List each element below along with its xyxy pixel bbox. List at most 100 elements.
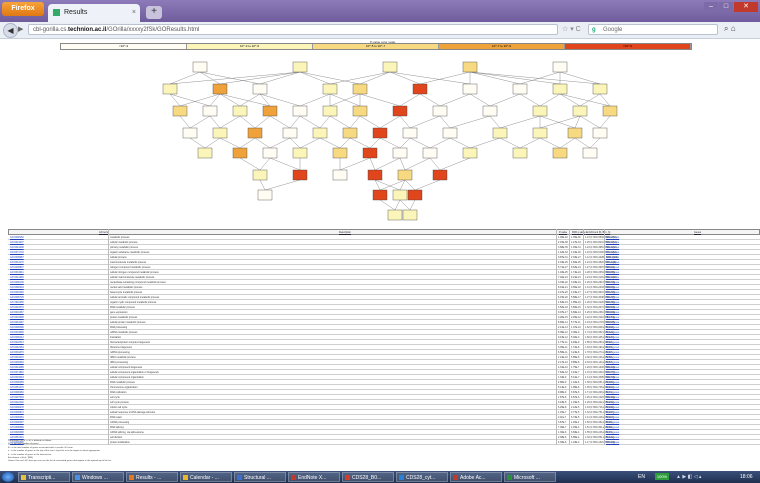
dag-node[interactable] — [262, 147, 278, 159]
dag-node[interactable] — [332, 169, 348, 181]
dag-node[interactable] — [332, 147, 348, 159]
dag-edge — [264, 179, 301, 191]
dag-node[interactable] — [247, 127, 263, 139]
dag-node[interactable] — [367, 169, 383, 181]
dag-node[interactable] — [212, 127, 228, 139]
dag-node[interactable] — [162, 83, 178, 95]
dag-node[interactable] — [462, 147, 478, 159]
dag-node[interactable] — [432, 105, 448, 117]
dag-node[interactable] — [512, 83, 528, 95]
dag-node[interactable] — [482, 105, 498, 117]
dag-node[interactable] — [392, 105, 408, 117]
dag-node[interactable] — [382, 61, 398, 73]
dag-node[interactable] — [322, 83, 338, 95]
url-bar[interactable]: cbl-gorilla.cs.technion.ac.il/GOrilla/xx… — [28, 24, 558, 35]
dag-node[interactable] — [392, 147, 408, 159]
dag-node[interactable] — [602, 105, 618, 117]
dag-node[interactable] — [462, 83, 478, 95]
dag-node[interactable] — [567, 127, 583, 139]
taskbar-app-button[interactable]: EndNote X... — [288, 472, 340, 482]
url-path: /GOrilla/xxxxy2fSk/GOResults.html — [106, 27, 200, 33]
maximize-button[interactable]: □ — [719, 2, 733, 12]
dag-node[interactable] — [202, 105, 218, 117]
dag-node[interactable] — [252, 169, 268, 181]
dag-node[interactable] — [372, 127, 388, 139]
dag-edge — [409, 115, 441, 129]
dag-node[interactable] — [232, 147, 248, 159]
firefox-menu-button[interactable]: Firefox — [2, 2, 44, 16]
dag-node[interactable] — [432, 169, 448, 181]
taskbar-app-button[interactable]: CDS28_cyt... — [396, 472, 448, 482]
dag-node[interactable] — [412, 83, 428, 95]
dag-node[interactable] — [552, 61, 568, 73]
bookmark-star-icon[interactable]: ☆ ▾ C — [562, 25, 581, 33]
dag-node[interactable] — [532, 105, 548, 117]
dag-node[interactable] — [592, 83, 608, 95]
dag-node[interactable] — [292, 147, 308, 159]
dag-node[interactable] — [182, 127, 198, 139]
dag-node[interactable] — [292, 61, 308, 73]
search-input[interactable]: g Google — [588, 24, 718, 35]
dag-node[interactable] — [322, 105, 338, 117]
dag-node[interactable] — [552, 147, 568, 159]
home-icon[interactable]: ⌕ ⌂ — [724, 24, 736, 34]
dag-node[interactable] — [282, 127, 298, 139]
taskbar-app-button[interactable]: Adobe Ac... — [450, 472, 502, 482]
dag-node[interactable] — [342, 127, 358, 139]
dag-node[interactable] — [192, 61, 208, 73]
minimize-button[interactable]: – — [704, 2, 718, 12]
dag-node[interactable] — [397, 169, 413, 181]
dag-node[interactable] — [582, 147, 598, 159]
new-tab-button[interactable]: + — [146, 6, 162, 19]
dag-node[interactable] — [197, 147, 213, 159]
dag-node[interactable] — [402, 209, 418, 221]
dag-node[interactable] — [402, 127, 418, 139]
dag-node[interactable] — [462, 61, 478, 73]
dag-node[interactable] — [392, 189, 408, 201]
window-titlebar: Firefox Results × + – □ ✕ — [0, 0, 760, 22]
dag-node[interactable] — [212, 83, 228, 95]
dag-node[interactable] — [572, 105, 588, 117]
dag-node[interactable] — [232, 105, 248, 117]
taskbar-app-button[interactable]: Calendar - ... — [180, 472, 232, 482]
forward-arrow-icon[interactable]: ▶ — [18, 25, 23, 33]
taskbar-app-button[interactable]: Windows ... — [72, 472, 124, 482]
dag-node[interactable] — [172, 105, 188, 117]
battery-icon[interactable]: 100% — [655, 473, 669, 480]
dag-node[interactable] — [442, 127, 458, 139]
start-button[interactable] — [2, 472, 14, 482]
tab-results[interactable]: Results × — [48, 4, 140, 22]
taskbar-app-button[interactable]: Microsoft ... — [504, 472, 556, 482]
taskbar-app-button[interactable]: Structural ... — [234, 472, 286, 482]
close-window-button[interactable]: ✕ — [734, 2, 758, 12]
dag-node[interactable] — [592, 127, 608, 139]
taskbar-app-button[interactable]: CDS28_B0... — [342, 472, 394, 482]
tab-close-icon[interactable]: × — [132, 4, 136, 22]
language-indicator[interactable]: EN — [638, 472, 645, 482]
back-arrow-icon[interactable]: ◀ — [3, 23, 18, 38]
dag-node[interactable] — [252, 83, 268, 95]
dag-node[interactable] — [532, 127, 548, 139]
dag-node[interactable] — [512, 147, 528, 159]
dag-node[interactable] — [352, 83, 368, 95]
dag-node[interactable] — [372, 189, 388, 201]
dag-node[interactable] — [362, 147, 378, 159]
dag-node[interactable] — [292, 105, 308, 117]
dag-edge — [539, 115, 581, 129]
tray-icons[interactable]: ▲ ▶ ◧ ◁ ▴ — [676, 472, 701, 482]
dag-node[interactable] — [292, 169, 308, 181]
dag-node[interactable] — [262, 105, 278, 117]
dag-node[interactable] — [492, 127, 508, 139]
clock[interactable]: 18:06 — [740, 472, 753, 482]
dag-node[interactable] — [257, 189, 273, 201]
dag-node[interactable] — [312, 127, 328, 139]
dag-node[interactable] — [352, 105, 368, 117]
dag-node[interactable] — [387, 209, 403, 221]
dag-node[interactable] — [552, 83, 568, 95]
dag-node[interactable] — [407, 189, 423, 201]
taskbar-app-button[interactable]: Results - ... — [126, 472, 178, 482]
taskbar-app-button[interactable]: Transcripti... — [18, 472, 70, 482]
app-label: Windows ... — [82, 475, 108, 481]
show-genes-link[interactable]: Show genes — [606, 440, 619, 445]
dag-node[interactable] — [422, 147, 438, 159]
